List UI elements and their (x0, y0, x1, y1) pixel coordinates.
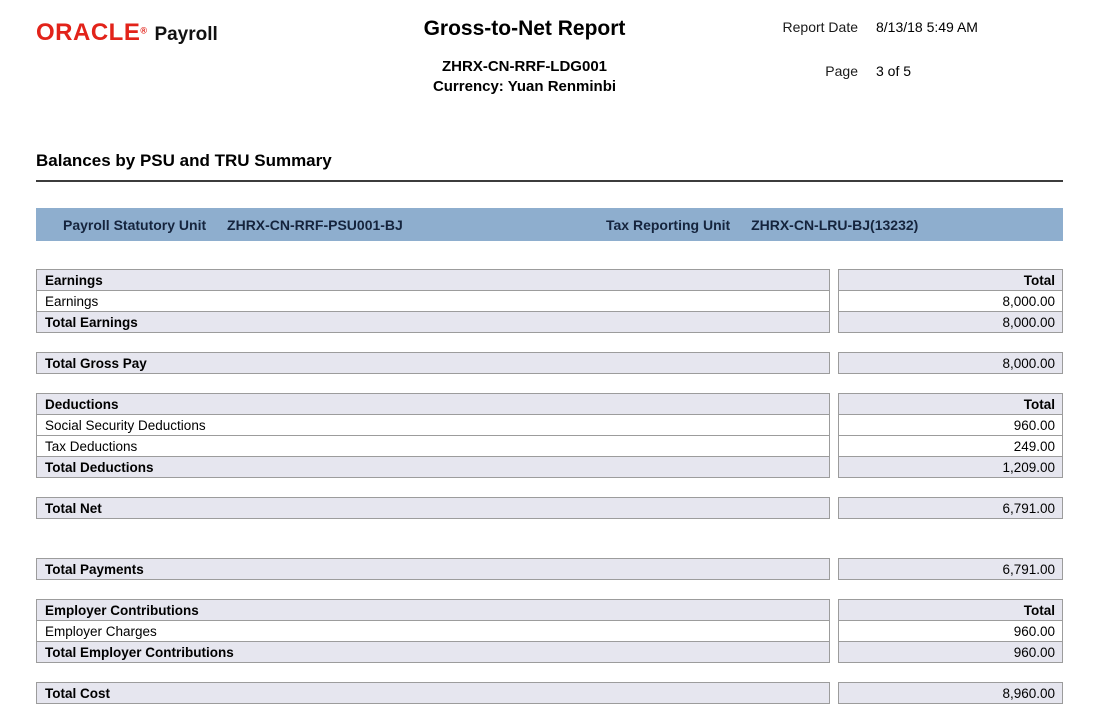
tax-reporting-unit: Tax Reporting Unit ZHRX-CN-LRU-BJ(13232) (606, 217, 1063, 233)
section-title: Balances by PSU and TRU Summary (36, 151, 332, 170)
tru-value: ZHRX-CN-LRU-BJ(13232) (751, 216, 919, 233)
row-value: 6,791.00 (838, 558, 1063, 580)
row-label: Deductions (36, 393, 830, 415)
page-number-row: Page 3 of 5 (763, 63, 1063, 79)
oracle-payroll-logo: ORACLE® Payroll (36, 12, 286, 47)
row-label: Tax Deductions (36, 436, 830, 457)
row-value: 6,791.00 (838, 497, 1063, 519)
table-row: Tax Deductions 249.00 (36, 436, 1063, 457)
row-value: Total (838, 599, 1063, 621)
row-label: Employer Contributions (36, 599, 830, 621)
row-value: 1,209.00 (838, 457, 1063, 478)
psu-label: Payroll Statutory Unit (63, 216, 207, 233)
total-net-table: Total Net 6,791.00 (36, 497, 1063, 519)
total-gross-pay-table: Total Gross Pay 8,000.00 (36, 352, 1063, 374)
table-row: Total Deductions 1,209.00 (36, 457, 1063, 478)
row-label: Total Net (36, 497, 830, 519)
page-value: 3 of 5 (876, 63, 912, 79)
tru-label: Tax Reporting Unit (605, 216, 731, 233)
row-value: Total (838, 269, 1063, 291)
psu-value: ZHRX-CN-RRF-PSU001-BJ (227, 216, 403, 233)
row-label: Total Deductions (36, 457, 830, 478)
report-meta: Report Date 8/13/18 5:49 AM Page 3 of 5 (763, 12, 1063, 79)
page-label: Page (825, 63, 858, 79)
table-row: Earnings Total (36, 269, 1063, 291)
table-row: Deductions Total (36, 393, 1063, 415)
row-value: 8,000.00 (838, 312, 1063, 333)
employer-contributions-table: Employer Contributions Total Employer Char… (36, 599, 1063, 663)
total-cost-table: Total Cost 8,960.00 (36, 682, 1063, 704)
row-value: Total (838, 393, 1063, 415)
row-label: Total Gross Pay (36, 352, 830, 374)
row-label: Total Payments (36, 558, 830, 580)
table-row: Total Earnings 8,000.00 (36, 312, 1063, 333)
deductions-table: Deductions Total Social Security Deduction… (36, 393, 1063, 478)
report-subtitle: ZHRX-CN-RRF-LDG001 (442, 58, 607, 75)
table-row: Total Employer Contributions 960.00 (36, 642, 1063, 663)
table-row: Total Gross Pay 8,000.00 (36, 352, 1063, 374)
row-label: Social Security Deductions (36, 415, 830, 436)
total-payments-table: Total Payments 6,791.00 (36, 558, 1063, 580)
row-label: Total Cost (36, 682, 830, 704)
table-row: Total Cost 8,960.00 (36, 682, 1063, 704)
row-label: Earnings (36, 269, 830, 291)
row-value: 249.00 (838, 436, 1063, 457)
report-header: ORACLE® Payroll Gross-to-Net Report ZHRX… (36, 12, 1063, 95)
table-row: Employer Charges 960.00 (36, 621, 1063, 642)
product-name: Payroll (154, 24, 218, 45)
table-row: Total Payments 6,791.00 (36, 558, 1063, 580)
currency-line: Currency: Yuan Renminbi (432, 78, 617, 95)
row-value: 8,960.00 (838, 682, 1063, 704)
row-value: 8,000.00 (838, 291, 1063, 312)
row-value: 960.00 (838, 642, 1063, 663)
row-label: Earnings (36, 291, 830, 312)
psu-tru-header-bar: Payroll Statutory Unit ZHRX-CN-RRF-PSU00… (36, 208, 1063, 241)
title-block: Gross-to-Net Report ZHRX-CN-RRF-LDG001 C… (286, 12, 763, 95)
row-label: Total Employer Contributions (36, 642, 830, 663)
row-value: 960.00 (838, 415, 1063, 436)
row-label: Employer Charges (36, 621, 830, 642)
table-row: Social Security Deductions 960.00 (36, 415, 1063, 436)
earnings-table: Earnings Total Earnings 8,000.00 Total Earni… (36, 269, 1063, 333)
report-page: ORACLE® Payroll Gross-to-Net Report ZHRX… (0, 0, 1095, 704)
row-label: Total Earnings (36, 312, 830, 333)
payroll-statutory-unit: Payroll Statutory Unit ZHRX-CN-RRF-PSU00… (36, 217, 606, 233)
table-row: Total Net 6,791.00 (36, 497, 1063, 519)
row-value: 960.00 (838, 621, 1063, 642)
table-row: Employer Contributions Total (36, 599, 1063, 621)
report-date-row: Report Date 8/13/18 5:49 AM (763, 19, 1063, 35)
registered-trademark-icon: ® (140, 25, 147, 36)
row-value: 8,000.00 (838, 352, 1063, 374)
report-date-label: Report Date (782, 19, 858, 35)
section-divider (36, 180, 1063, 182)
report-date-value: 8/13/18 5:49 AM (876, 19, 978, 35)
report-title: Gross-to-Net Report (423, 17, 626, 40)
table-row: Earnings 8,000.00 (36, 291, 1063, 312)
oracle-wordmark: ORACLE (36, 19, 141, 46)
